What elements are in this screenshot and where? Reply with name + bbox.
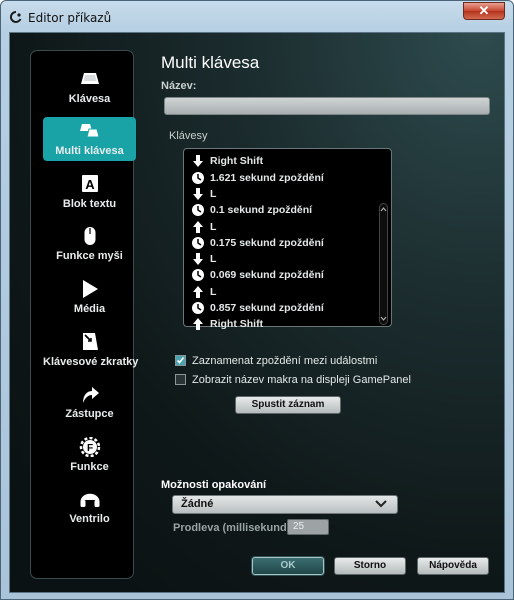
scrollbar[interactable] [379,203,388,325]
svg-text:F: F [86,443,92,454]
sidebar-item-label: Média [73,303,106,315]
clock-icon [192,237,204,249]
sidebar-item-ventrilo[interactable]: Ventrilo [43,485,136,529]
mouse-icon [84,227,95,245]
record-delays-label: Zaznamenat zpoždění mezi událostmi [192,355,378,367]
sidebar-item-label: Ventrilo [69,513,110,525]
arrow-down-icon [193,155,203,167]
ok-button[interactable]: OK [252,557,324,575]
editor-window: Editor příkazů ✕ Klávesa Multi klávesa A… [0,0,514,600]
sidebar-item-blok-textu[interactable]: A Blok textu [43,170,136,214]
play-icon [82,280,98,298]
chevron-down-icon[interactable] [380,315,387,322]
name-label: Název: [161,80,197,92]
sidebar-item-label: Funkce myši [56,250,123,262]
chevron-up-icon[interactable] [380,206,387,213]
page-title: Multi klávesa [161,53,260,72]
keys-list[interactable]: Right Shift 1.621 sekund zpoždění L 0.1 … [183,148,392,330]
sidebar-item-label: Blok textu [62,198,117,210]
sidebar-item-label: Klávesové zkratky [43,356,139,368]
key-icon [80,73,99,84]
record-delays-checkbox[interactable] [175,355,186,366]
name-input[interactable] [164,97,490,115]
clock-icon [192,269,204,281]
start-recording-button[interactable]: Spustit záznam [235,396,341,414]
show-name-label: Zobrazit název makra na displeji GamePan… [192,374,411,386]
delay-label: Prodleva (millisekund): [173,522,295,534]
sidebar-item-label: Funkce [70,461,109,473]
arrow-up-icon [193,318,203,330]
logitech-logo-icon [9,10,22,23]
shortcut-icon [82,333,98,350]
help-button[interactable]: Nápověda [417,557,489,575]
sidebar-item-funkce-mysi[interactable]: Funkce myši [43,222,136,266]
close-button[interactable]: ✕ [463,2,505,20]
clock-icon [192,302,204,314]
repeat-select-value: Žádné [181,498,214,510]
sidebar-item-klavesove-zkratky[interactable]: Klávesové zkratky [43,328,139,372]
sidebar: Klávesa Multi klávesa A Blok textu Funkc… [30,50,139,579]
repeat-options-label: Možnosti opakování [161,479,267,491]
text-block-icon: A [81,175,98,192]
sidebar-item-funkce[interactable]: F Funkce [43,433,136,477]
gear-f-icon: F [79,437,100,457]
sidebar-item-klavesa[interactable]: Klávesa [43,65,136,109]
clock-icon [192,204,204,216]
sidebar-item-zastupce[interactable]: Zástupce [43,380,136,424]
arrow-icon [82,387,99,403]
multi-key-icon [79,124,100,138]
sidebar-item-media[interactable]: Média [43,275,136,319]
sidebar-item-multi-klavesa[interactable]: Multi klávesa [43,117,136,161]
client-area: Klávesa Multi klávesa A Blok textu Funkc… [9,32,505,593]
cancel-button[interactable]: Storno [334,557,406,575]
repeat-select[interactable]: Žádné [172,495,398,514]
svg-text:A: A [85,177,95,192]
arrow-down-icon [193,253,203,265]
sidebar-item-label: Multi klávesa [55,145,124,157]
sidebar-item-label: Klávesa [68,93,111,105]
arrow-up-icon [193,286,203,298]
keys-label: Klávesy [169,130,208,142]
window-title: Editor příkazů [28,11,112,25]
clock-icon [192,172,204,184]
headset-icon [80,493,99,507]
sidebar-item-label: Zástupce [65,408,114,420]
chevron-down-icon [375,500,387,508]
title-bar: Editor příkazů ✕ [1,1,513,31]
arrow-up-icon [193,221,203,233]
arrow-down-icon [193,188,203,200]
delay-input[interactable]: 25 [287,519,329,535]
show-name-checkbox[interactable] [175,374,186,385]
checkmark-icon [176,357,185,364]
